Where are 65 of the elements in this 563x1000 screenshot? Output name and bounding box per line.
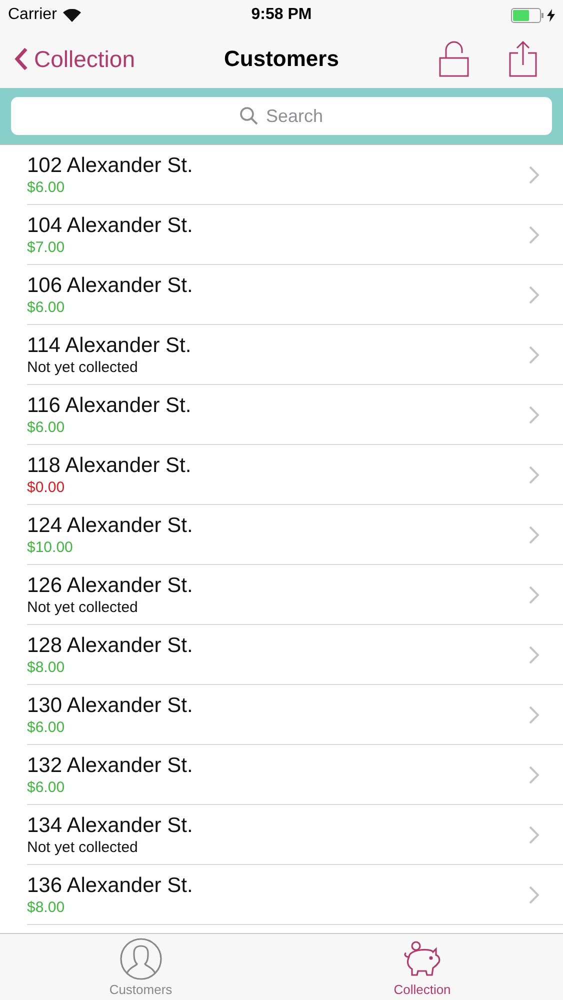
tab-bar-item[interactable]: Collection [282, 934, 563, 1000]
back-button[interactable]: Collection [14, 46, 135, 72]
customer-address: 132 Alexander St. [27, 752, 194, 778]
collection-status: $6.00 [27, 298, 66, 316]
customer-address: 116 Alexander St. [27, 392, 192, 418]
search-icon [240, 107, 258, 125]
customer-address: 136 Alexander St. [27, 872, 194, 898]
customer-row[interactable]: 126 Alexander St. Not yet collected [27, 565, 563, 625]
unlocked-padlock-icon[interactable] [439, 41, 469, 77]
chevron-right-icon [529, 226, 539, 244]
collection-status: Not yet collected [27, 598, 139, 616]
collection-status: Not yet collected [27, 358, 139, 376]
customer-row[interactable]: 114 Alexander St. Not yet collected [27, 325, 563, 385]
customer-row[interactable]: 118 Alexander St. $0.00 [27, 445, 563, 505]
chevron-right-icon [529, 346, 539, 364]
chevron-right-icon [529, 466, 539, 484]
chevron-right-icon [529, 646, 539, 664]
collection-status: $7.00 [27, 238, 66, 256]
customer-row[interactable]: 104 Alexander St. $7.00 [27, 205, 563, 265]
customer-address: 102 Alexander St. [27, 152, 194, 178]
customer-row[interactable]: 134 Alexander St. Not yet collected [27, 805, 563, 865]
screen-title: Customers [224, 46, 339, 71]
collection-status: $0.00 [27, 478, 66, 496]
customer-address: 130 Alexander St. [27, 692, 194, 718]
chevron-left-icon [14, 47, 28, 71]
chevron-right-icon [529, 706, 539, 724]
customer-row[interactable]: 130 Alexander St. $6.00 [27, 685, 563, 745]
carrier-name: Carrier [8, 6, 57, 24]
collection-status: $6.00 [27, 718, 66, 736]
chevron-right-icon [529, 166, 539, 184]
battery-icon [511, 8, 544, 22]
customer-row[interactable]: 132 Alexander St. $6.00 [27, 745, 563, 805]
chevron-right-icon [529, 886, 539, 904]
customer-row[interactable]: 116 Alexander St. $6.00 [27, 385, 563, 445]
collection-status: $6.00 [27, 418, 66, 436]
customer-row[interactable]: 102 Alexander St. $6.00 [27, 145, 563, 205]
collection-status: $6.00 [27, 778, 66, 796]
customer-address: 126 Alexander St. [27, 572, 194, 598]
collection-status: Not yet collected [27, 838, 139, 856]
collection-status: $8.00 [27, 898, 66, 916]
chevron-right-icon [529, 286, 539, 304]
wifi-icon [62, 8, 81, 22]
customer-row[interactable]: 128 Alexander St. $8.00 [27, 625, 563, 685]
collection-status: $8.00 [27, 658, 66, 676]
collection-status: $10.00 [27, 538, 74, 556]
customer-address: 134 Alexander St. [27, 812, 194, 838]
chevron-right-icon [529, 586, 539, 604]
chevron-right-icon [529, 406, 539, 424]
customer-row[interactable]: 136 Alexander St. $8.00 [27, 865, 563, 925]
customer-address: 106 Alexander St. [27, 272, 194, 298]
customer-address: 104 Alexander St. [27, 212, 194, 238]
customer-address: 124 Alexander St. [27, 512, 194, 538]
chevron-right-icon [529, 766, 539, 784]
chevron-right-icon [529, 526, 539, 544]
customer-address: 128 Alexander St. [27, 632, 194, 658]
collection-status: $6.00 [27, 178, 66, 196]
customer-address: 114 Alexander St. [27, 332, 192, 358]
share-icon[interactable] [509, 41, 537, 77]
charging-icon [547, 8, 555, 22]
customer-row[interactable]: 124 Alexander St. $10.00 [27, 505, 563, 565]
customer-row[interactable]: 106 Alexander St. $6.00 [27, 265, 563, 325]
customer-address: 118 Alexander St. [27, 452, 192, 478]
chevron-right-icon [529, 826, 539, 844]
clock-time: 9:58 PM [251, 6, 312, 23]
person-icon [120, 938, 162, 980]
